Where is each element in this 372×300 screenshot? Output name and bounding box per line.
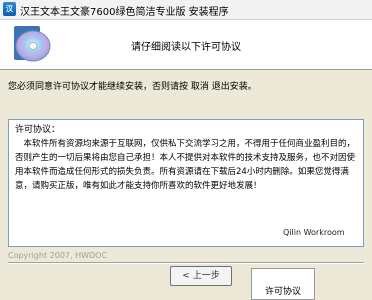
license-tooltip-popup: 许可协议 xyxy=(251,268,315,300)
watermark-text: Qilin Workroom xyxy=(283,228,345,237)
installer-header: 请仔细阅读以下许可协议 xyxy=(0,20,372,70)
title-bar[interactable]: 汉 汉王文本王文豪7600绿色简洁专业版 安装程序 xyxy=(0,0,372,20)
installer-app-icon: 汉 xyxy=(3,2,16,16)
instruction-text: 您必须同意许可协议才能继续安装，否则请按 取消 退出安装。 xyxy=(8,82,257,92)
license-body: 本软件所有资源均来源于互联网，仅供私下交流学习之用，不得用于任何商业盈利目的，否… xyxy=(15,139,356,191)
footer-divider xyxy=(8,262,364,264)
copyright-text: Copyright 2007, HWDOC xyxy=(8,251,108,260)
back-button[interactable]: < 上一步 xyxy=(170,266,232,286)
header-title: 请仔细阅读以下许可协议 xyxy=(131,42,241,53)
window-title: 汉王文本王文豪7600绿色简洁专业版 安装程序 xyxy=(20,7,229,18)
license-heading: 许可协议： xyxy=(15,125,61,135)
popup-label: 许可协议 xyxy=(264,287,301,297)
